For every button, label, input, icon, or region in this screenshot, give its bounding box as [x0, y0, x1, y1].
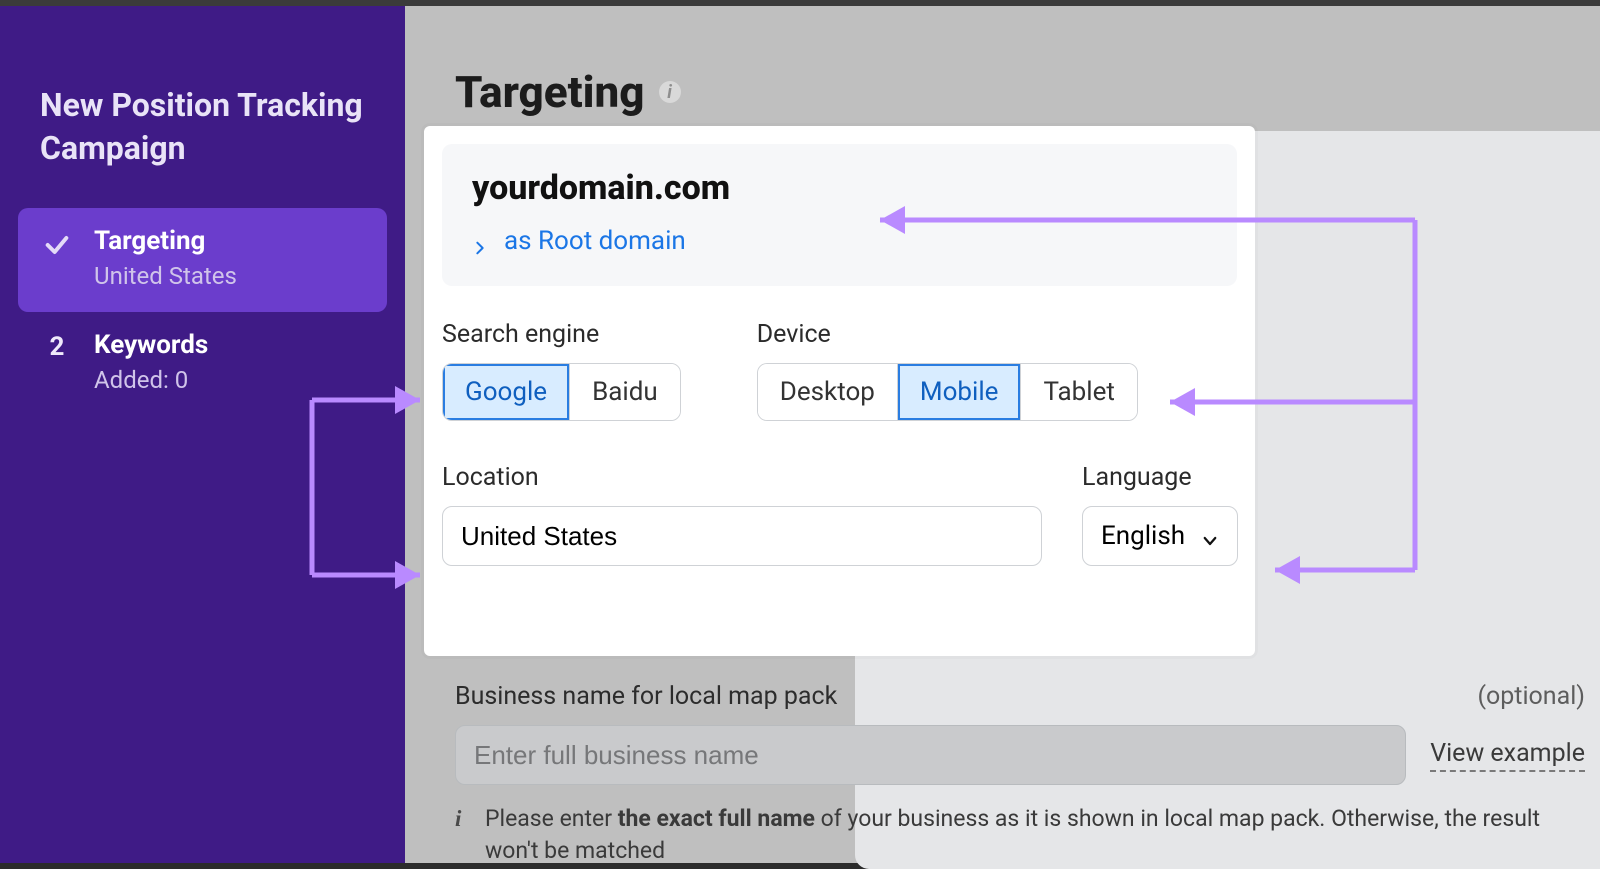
- info-icon: i: [455, 803, 469, 867]
- step-label: Keywords: [94, 330, 208, 360]
- step-label: Targeting: [94, 226, 237, 256]
- field-label: Location: [442, 463, 1042, 492]
- main-panel: Targeting i yourdomain.com as Root domai…: [405, 6, 1600, 863]
- view-example-link[interactable]: View example: [1430, 739, 1585, 772]
- targeting-highlight-card: yourdomain.com as Root domain Search eng…: [424, 126, 1255, 656]
- business-name-label: Business name for local map pack: [455, 682, 837, 711]
- field-label: Language: [1082, 463, 1238, 492]
- step-number: 2: [40, 332, 74, 362]
- business-name-section: Business name for local map pack (option…: [455, 682, 1585, 867]
- language-select[interactable]: English: [1082, 506, 1238, 566]
- device-option-mobile[interactable]: Mobile: [898, 364, 1022, 420]
- field-label: Device: [757, 320, 1138, 349]
- device-field: Device Desktop Mobile Tablet: [757, 320, 1138, 421]
- check-icon: [40, 228, 74, 262]
- domain-box: yourdomain.com as Root domain: [442, 144, 1237, 286]
- info-icon[interactable]: i: [659, 81, 681, 103]
- chevron-right-icon: [472, 233, 488, 249]
- domain-type-label: as Root domain: [504, 226, 686, 256]
- language-value: English: [1101, 521, 1185, 551]
- domain-name: yourdomain.com: [472, 168, 1207, 208]
- business-name-input[interactable]: [455, 725, 1406, 785]
- device-option-desktop[interactable]: Desktop: [758, 364, 898, 420]
- business-name-hint: i Please enter the exact full name of yo…: [455, 803, 1585, 867]
- search-engine-segmented: Google Baidu: [442, 363, 681, 421]
- language-field: Language English: [1082, 463, 1238, 566]
- step-sublabel: United States: [94, 262, 237, 290]
- search-engine-field: Search engine Google Baidu: [442, 320, 681, 421]
- chevron-down-icon: [1201, 527, 1219, 545]
- sidebar-step-targeting[interactable]: Targeting United States: [18, 208, 387, 312]
- page-title: Targeting i: [455, 66, 681, 118]
- wizard-sidebar: New Position Tracking Campaign Targeting…: [0, 6, 405, 863]
- location-input[interactable]: [442, 506, 1042, 566]
- field-label: Search engine: [442, 320, 681, 349]
- step-sublabel: Added: 0: [94, 366, 208, 394]
- sidebar-title: New Position Tracking Campaign: [0, 6, 405, 170]
- device-segmented: Desktop Mobile Tablet: [757, 363, 1138, 421]
- sidebar-step-keywords[interactable]: 2 Keywords Added: 0: [18, 312, 387, 416]
- search-engine-option-baidu[interactable]: Baidu: [570, 364, 680, 420]
- page-title-text: Targeting: [455, 66, 645, 118]
- domain-type-toggle[interactable]: as Root domain: [472, 226, 1207, 256]
- location-field: Location: [442, 463, 1042, 566]
- optional-tag: (optional): [1477, 682, 1585, 711]
- search-engine-option-google[interactable]: Google: [443, 364, 570, 420]
- device-option-tablet[interactable]: Tablet: [1021, 364, 1136, 420]
